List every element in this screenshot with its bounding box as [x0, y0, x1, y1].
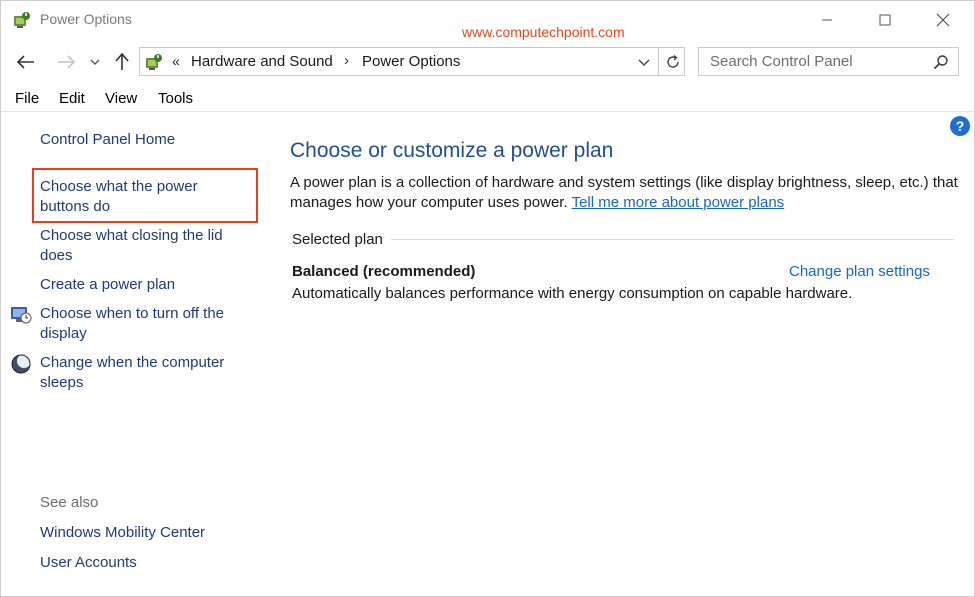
watermark-text: www.computechpoint.com: [462, 24, 625, 40]
window-title: Power Options: [40, 11, 132, 27]
page-title: Choose or customize a power plan: [290, 139, 614, 162]
up-arrow-icon: [115, 53, 129, 70]
sidebar-turn-off-display[interactable]: Choose when to turn off the display: [40, 304, 255, 344]
menu-tools[interactable]: Tools: [158, 90, 193, 107]
recent-locations-button[interactable]: [87, 50, 103, 74]
address-dropdown-button[interactable]: [636, 54, 652, 70]
sidebar-control-panel-home[interactable]: Control Panel Home: [40, 130, 255, 150]
change-plan-settings-link[interactable]: Change plan settings: [789, 263, 930, 280]
breadcrumb-overflow[interactable]: «: [172, 53, 180, 69]
back-arrow-icon: [17, 55, 34, 69]
address-bar[interactable]: « Hardware and Sound › Power Options: [139, 47, 685, 76]
tell-me-more-link[interactable]: Tell me more about power plans: [572, 194, 785, 211]
chevron-down-icon: [638, 59, 650, 66]
navigation-bar: « Hardware and Sound › Power Options Sea…: [1, 45, 974, 79]
sidebar-user-accounts[interactable]: User Accounts: [40, 553, 255, 573]
power-options-icon: [144, 52, 164, 72]
plan-description-text: A power plan is a collection of hardware…: [290, 173, 960, 213]
sidebar-create-power-plan[interactable]: Create a power plan: [40, 275, 255, 295]
display-timer-icon: [10, 304, 32, 326]
search-placeholder: Search Control Panel: [710, 53, 853, 70]
menu-file[interactable]: File: [15, 90, 39, 107]
minimize-button[interactable]: [804, 5, 850, 35]
search-icon[interactable]: [933, 54, 949, 70]
forward-button[interactable]: [53, 50, 79, 74]
close-icon: [936, 13, 950, 27]
menu-bar: File Edit View Tools: [1, 87, 974, 112]
menu-edit[interactable]: Edit: [59, 90, 85, 107]
maximize-icon: [879, 14, 891, 26]
chevron-down-icon: [90, 59, 100, 65]
selected-plan-label: Selected plan: [292, 231, 383, 248]
see-also-heading: See also: [40, 494, 99, 511]
minimize-icon: [822, 19, 832, 21]
svg-text:?: ?: [956, 118, 965, 134]
refresh-icon: [666, 54, 679, 68]
menu-view[interactable]: View: [105, 90, 137, 107]
moon-sleep-icon: [10, 353, 32, 375]
close-button[interactable]: [920, 5, 966, 35]
title-bar: Power Options www.computechpoint.com: [1, 1, 974, 40]
breadcrumb-hardware-and-sound[interactable]: Hardware and Sound: [191, 53, 333, 70]
breadcrumb-separator[interactable]: ›: [344, 52, 349, 69]
maximize-button[interactable]: [862, 5, 908, 35]
sidebar-closing-lid[interactable]: Choose what closing the lid does: [40, 226, 255, 266]
forward-arrow-icon: [58, 55, 75, 69]
breadcrumb-power-options[interactable]: Power Options: [362, 53, 460, 70]
divider: [391, 239, 954, 240]
power-options-icon: [12, 10, 32, 30]
back-button[interactable]: [13, 50, 39, 74]
plan-description: Automatically balances performance with …: [292, 285, 853, 302]
sidebar-mobility-center[interactable]: Windows Mobility Center: [40, 523, 255, 543]
search-input[interactable]: Search Control Panel: [698, 47, 959, 76]
help-icon[interactable]: ?: [949, 115, 971, 137]
power-options-window: Power Options www.computechpoint.com « H…: [0, 0, 975, 597]
up-button[interactable]: [111, 50, 133, 74]
refresh-button[interactable]: [658, 48, 686, 75]
sidebar-computer-sleeps[interactable]: Change when the computer sleeps: [40, 353, 255, 393]
sidebar-power-buttons[interactable]: Choose what the power buttons do: [40, 177, 240, 217]
sidebar: Control Panel Home Choose what the power…: [1, 112, 263, 596]
plan-name: Balanced (recommended): [292, 263, 476, 280]
